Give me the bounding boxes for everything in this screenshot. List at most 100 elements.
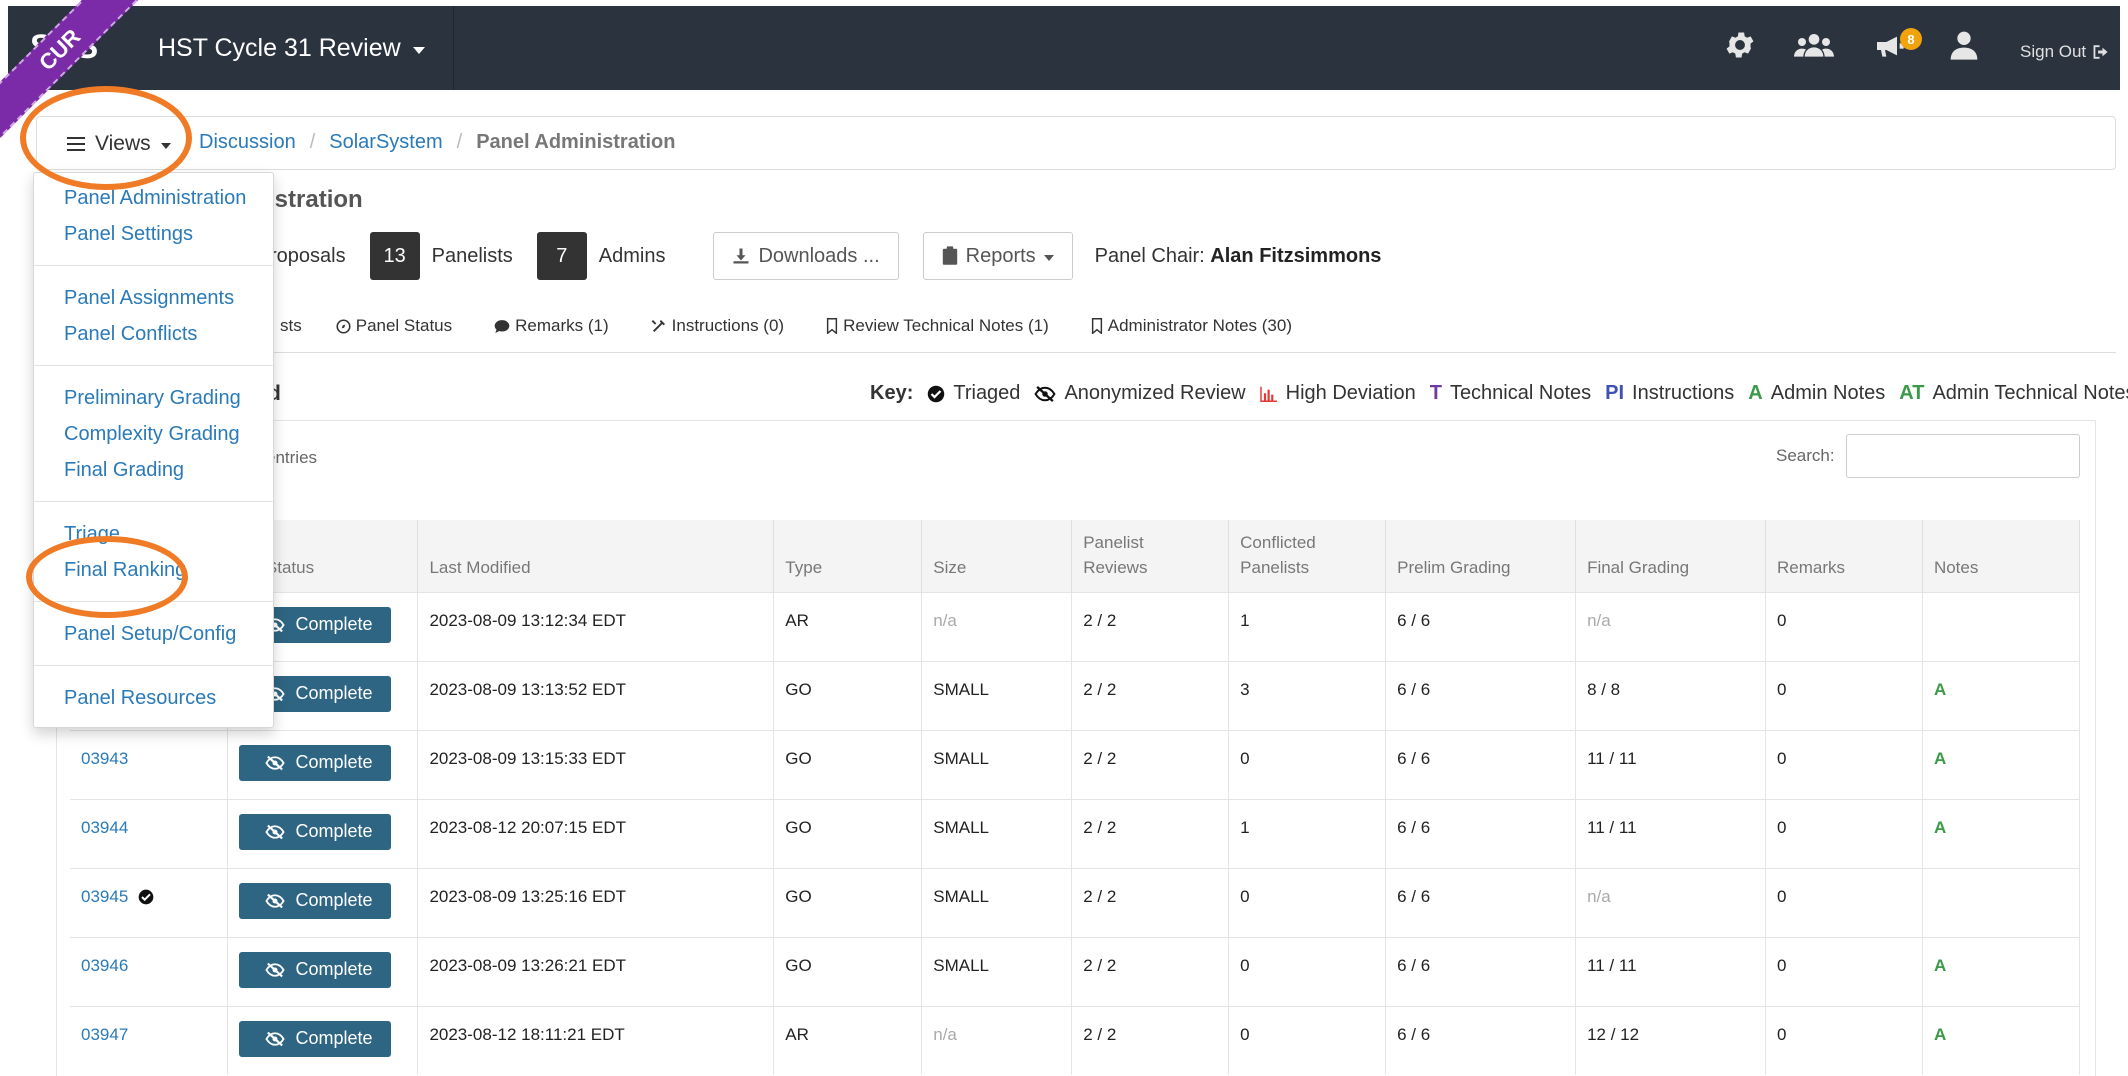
- menu-item-panel-setup-config[interactable]: Panel Setup/Config: [64, 623, 236, 646]
- admin-notes-marker[interactable]: A: [1934, 956, 1946, 975]
- cell-size: SMALL: [921, 936, 1073, 1006]
- search-input[interactable]: [1846, 434, 2080, 478]
- proposal-link[interactable]: 03947: [81, 1025, 128, 1044]
- complete-button[interactable]: Complete: [239, 951, 391, 988]
- proposal-link[interactable]: 03943: [81, 749, 128, 768]
- downloads-button[interactable]: Downloads ...: [713, 232, 899, 280]
- eye-slash-icon: [1034, 385, 1057, 402]
- menu-divider: [34, 601, 275, 602]
- legend-key: Key: Triaged Anonymized Review High Devi…: [870, 382, 2128, 405]
- proposals-table: ew Status Last Modified Type Size Paneli…: [70, 520, 2081, 1075]
- col-header-type[interactable]: Type: [773, 520, 923, 592]
- cell-prelim-grading: 6 / 6: [1385, 867, 1577, 937]
- complete-button[interactable]: Complete: [239, 744, 391, 781]
- col-header-prelim-grading[interactable]: Prelim Grading: [1385, 520, 1577, 592]
- col-header-last-modified[interactable]: Last Modified: [417, 520, 775, 592]
- breadcrumb-separator: /: [456, 131, 463, 153]
- complete-button[interactable]: Complete: [239, 1020, 391, 1057]
- tab-instructions[interactable]: Instructions (0): [651, 316, 784, 336]
- cell-prelim-grading: 6 / 6: [1385, 591, 1577, 661]
- table-header-row: ew Status Last Modified Type Size Paneli…: [70, 520, 2081, 592]
- tabs-divider: [36, 352, 2116, 353]
- menu-item-panel-conflicts[interactable]: Panel Conflicts: [64, 323, 197, 346]
- cell-remarks: 0: [1765, 729, 1923, 799]
- cell-last-modified: 2023-08-12 20:07:15 EDT: [417, 798, 775, 868]
- bookmark-icon: [827, 318, 838, 334]
- admin-notes-marker[interactable]: A: [1934, 749, 1946, 768]
- proposals-label: roposals: [270, 244, 346, 267]
- menu-item-final-ranking[interactable]: Final Ranking: [64, 559, 186, 582]
- cell-panelist-reviews: 2 / 2: [1071, 591, 1230, 661]
- col-header-panelist-reviews[interactable]: Panelist Reviews: [1071, 520, 1230, 592]
- tab-remarks[interactable]: Remarks (1): [494, 316, 609, 336]
- key-label: Key:: [870, 382, 914, 404]
- menu-item-complexity-grading[interactable]: Complexity Grading: [64, 423, 240, 446]
- tab-panelists[interactable]: sts: [280, 316, 302, 336]
- tab-panel-status[interactable]: Panel Status: [336, 316, 452, 336]
- cell-panelist-reviews: 2 / 2: [1071, 936, 1230, 1006]
- breadcrumb-discussion[interactable]: Discussion: [199, 131, 296, 154]
- tab-panel-status-label: Panel Status: [355, 316, 453, 335]
- menu-divider: [34, 365, 275, 366]
- cell-last-modified: 2023-08-09 13:15:33 EDT: [417, 729, 775, 799]
- cell-conflicted-panelists: 3: [1228, 660, 1387, 730]
- breadcrumb-separator: /: [309, 131, 316, 153]
- col-header-conflicted-panelists[interactable]: Conflicted Panelists: [1228, 520, 1387, 592]
- tab-administrator-notes[interactable]: Administrator Notes (30): [1091, 316, 1292, 336]
- table-row: 03946 Complete 2023-08-09 13:26:21 EDT GO SM…: [70, 936, 2081, 1006]
- key-pi-symbol: PI: [1605, 382, 1625, 404]
- app-title-dropdown[interactable]: HST Cycle 31 Review: [158, 34, 425, 63]
- menu-item-panel-resources[interactable]: Panel Resources: [64, 687, 216, 710]
- menu-item-panel-assignments[interactable]: Panel Assignments: [64, 287, 234, 310]
- eye-slash-icon: [265, 962, 286, 977]
- menu-divider: [34, 501, 275, 502]
- cell-remarks: 0: [1765, 591, 1923, 661]
- cell-size: SMALL: [921, 867, 1073, 937]
- admin-notes-marker[interactable]: A: [1934, 1025, 1946, 1044]
- proposal-link[interactable]: 03946: [81, 956, 128, 975]
- menu-item-triage[interactable]: Triage: [64, 523, 120, 546]
- breadcrumb-solarsystem[interactable]: SolarSystem: [329, 131, 442, 154]
- reports-button[interactable]: Reports: [922, 232, 1073, 280]
- notification-badge: 8: [1900, 28, 1922, 50]
- menu-item-final-grading[interactable]: Final Grading: [64, 459, 184, 482]
- views-dropdown-menu: Panel Administration Panel Settings Pane…: [33, 172, 275, 728]
- gear-icon[interactable]: [1723, 28, 1763, 68]
- complete-button[interactable]: Complete: [239, 813, 391, 850]
- menu-item-panel-administration[interactable]: Panel Administration: [64, 187, 246, 210]
- cell-type: GO: [773, 729, 923, 799]
- search-label: Search:: [1776, 446, 1835, 465]
- menu-item-panel-settings[interactable]: Panel Settings: [64, 223, 193, 246]
- megaphone-icon[interactable]: 8: [1872, 28, 1922, 70]
- panel-chair-label: Panel Chair:: [1094, 244, 1205, 267]
- user-icon[interactable]: [1948, 28, 1988, 68]
- users-icon[interactable]: [1794, 30, 1834, 70]
- proposal-link[interactable]: 03945: [81, 887, 128, 906]
- col-header-final-grading[interactable]: Final Grading: [1575, 520, 1766, 592]
- admin-notes-marker[interactable]: A: [1934, 818, 1946, 837]
- cell-notes: [1922, 591, 2081, 661]
- col-header-size[interactable]: Size: [921, 520, 1073, 592]
- eye-slash-icon: [265, 893, 286, 908]
- key-anonymized: Anonymized Review: [1064, 382, 1246, 404]
- sign-out-link[interactable]: Sign Out: [2020, 42, 2110, 62]
- cell-last-modified: 2023-08-09 13:12:34 EDT: [417, 591, 775, 661]
- complete-button[interactable]: Complete: [239, 882, 391, 919]
- cell-last-modified: 2023-08-09 13:13:52 EDT: [417, 660, 775, 730]
- admins-count: 7: [536, 232, 587, 280]
- tab-review-technical-notes[interactable]: Review Technical Notes (1): [826, 316, 1049, 336]
- cell-remarks: 0: [1765, 660, 1923, 730]
- admin-notes-marker[interactable]: A: [1934, 680, 1946, 699]
- tab-remarks-label: Remarks (1): [515, 316, 609, 335]
- cell-review-status: Complete: [227, 729, 419, 799]
- cell-panelist-reviews: 2 / 2: [1071, 729, 1230, 799]
- proposal-link[interactable]: 03944: [81, 818, 128, 837]
- views-menu-button[interactable]: Views: [51, 125, 187, 163]
- cell-panelist-reviews: 2 / 2: [1071, 1005, 1230, 1075]
- menu-item-preliminary-grading[interactable]: Preliminary Grading: [64, 387, 241, 410]
- col-header-remarks[interactable]: Remarks: [1765, 520, 1923, 592]
- cell-last-modified: 2023-08-12 18:11:21 EDT: [417, 1005, 775, 1075]
- cell-remarks: 0: [1765, 936, 1923, 1006]
- col-header-notes[interactable]: Notes: [1922, 520, 2081, 592]
- complete-label: Complete: [295, 959, 373, 979]
